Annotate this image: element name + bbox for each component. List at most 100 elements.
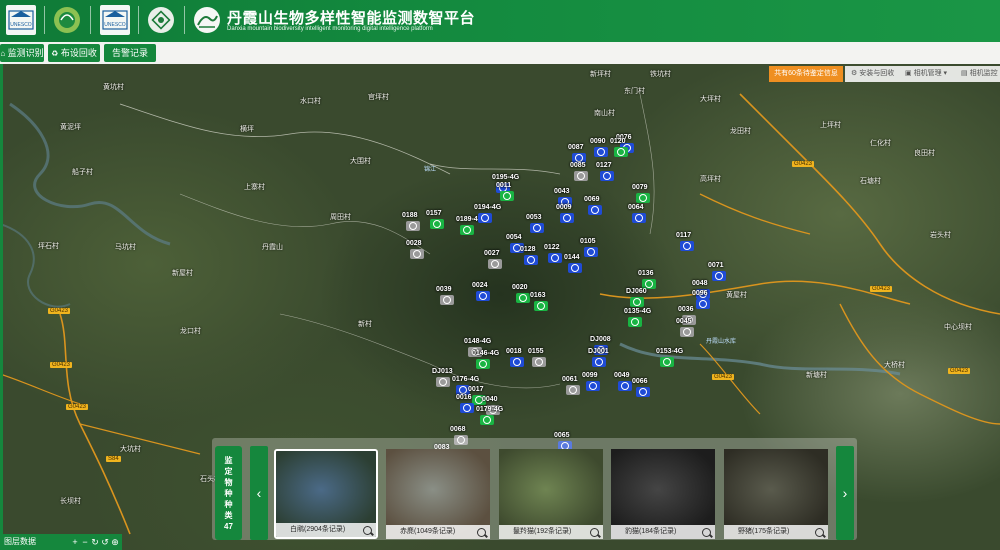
camera-marker[interactable]	[440, 295, 454, 305]
camera-marker[interactable]	[548, 253, 562, 263]
species-card-caption: 野猪(175条记录)	[724, 525, 828, 539]
camera-marker[interactable]	[530, 223, 544, 233]
locate-icon[interactable]: ⊕	[110, 536, 120, 548]
camera-marker[interactable]	[660, 357, 674, 367]
camera-marker[interactable]	[614, 147, 628, 157]
camera-id-label: 0099	[582, 372, 598, 379]
gear-icon: ⚙	[851, 70, 858, 77]
species-count-tag: 监定物种种类 47	[215, 446, 242, 540]
camera-marker[interactable]	[630, 297, 644, 307]
species-card-label: 野猪(175条记录)	[738, 528, 790, 535]
camera-status-icon	[617, 148, 625, 156]
pending-identification-notice[interactable]: 共有60条待鉴定信息	[769, 66, 843, 82]
camera-marker[interactable]	[618, 381, 632, 391]
install-recycle-button[interactable]: ⚙ 安装与回收	[851, 66, 894, 82]
camera-id-label: 0179-4G	[476, 406, 504, 413]
camera-marker[interactable]	[584, 247, 598, 257]
camera-marker[interactable]	[410, 249, 424, 259]
camera-marker[interactable]	[560, 213, 574, 223]
svg-text:UNESCO: UNESCO	[10, 22, 32, 28]
camera-marker[interactable]	[534, 301, 548, 311]
camera-id-label: 0157	[426, 210, 442, 217]
camera-marker[interactable]	[636, 387, 650, 397]
camera-marker[interactable]	[500, 191, 514, 201]
camera-marker[interactable]	[478, 213, 492, 223]
place-label: 大围村	[350, 158, 371, 165]
minus-icon[interactable]: −	[80, 536, 90, 548]
camera-id-label: 0040	[482, 396, 498, 403]
camera-id-label: 0136	[638, 270, 654, 277]
zoom-icon[interactable]	[477, 528, 486, 537]
camera-marker[interactable]	[510, 357, 524, 367]
camera-id-label: DJ001	[588, 348, 609, 355]
camera-management-button[interactable]: ▣ 相机管理 ▾	[905, 66, 947, 82]
camera-marker[interactable]	[430, 219, 444, 229]
camera-marker[interactable]	[588, 205, 602, 215]
camera-marker[interactable]	[480, 415, 494, 425]
species-card[interactable]: 白鹇(2904条记录)	[274, 449, 378, 539]
install-recycle-label: 安装与回收	[859, 70, 895, 77]
camera-marker[interactable]	[460, 403, 474, 413]
camera-marker[interactable]	[524, 255, 538, 265]
camera-status-icon	[591, 206, 599, 214]
camera-id-label: 0079	[632, 184, 648, 191]
camera-marker[interactable]	[488, 259, 502, 269]
camera-marker[interactable]	[680, 327, 694, 337]
camera-marker[interactable]	[628, 317, 642, 327]
camera-marker[interactable]	[532, 357, 546, 367]
camera-marker[interactable]	[476, 359, 490, 369]
species-card[interactable]: 野猪(175条记录)	[724, 449, 828, 539]
camera-status-icon	[433, 220, 441, 228]
camera-id-label: 0090	[590, 138, 606, 145]
camera-status-icon	[639, 194, 647, 202]
camera-marker[interactable]	[476, 291, 490, 301]
camera-marker[interactable]	[600, 171, 614, 181]
camera-marker[interactable]	[636, 193, 650, 203]
camera-marker[interactable]	[566, 385, 580, 395]
camera-status-icon	[571, 264, 579, 272]
species-card-label: 赤麂(1049条记录)	[400, 528, 456, 535]
camera-marker[interactable]	[632, 213, 646, 223]
gallery-prev-button[interactable]: ‹	[250, 446, 268, 540]
camera-marker[interactable]	[436, 377, 450, 387]
camera-marker[interactable]	[568, 263, 582, 273]
camera-id-label: 0027	[484, 250, 500, 257]
zoom-icon[interactable]	[590, 528, 599, 537]
camera-id-label: 0127	[596, 162, 612, 169]
camera-status-icon	[631, 318, 639, 326]
refresh-icon[interactable]: ↻	[90, 536, 100, 548]
camera-monitor-button[interactable]: ▤ 相机监控	[961, 66, 998, 82]
camera-marker[interactable]	[460, 225, 474, 235]
camera-marker[interactable]	[696, 299, 710, 309]
camera-marker[interactable]	[712, 271, 726, 281]
place-label: 新坪村	[590, 71, 611, 78]
camera-id-label: 0176-4G	[452, 376, 480, 383]
camera-marker[interactable]	[594, 147, 608, 157]
camera-marker[interactable]	[574, 171, 588, 181]
place-label: 上坪村	[820, 122, 841, 129]
camera-marker[interactable]	[680, 241, 694, 251]
species-card[interactable]: 鬣羚猫(192条记录)	[499, 449, 603, 539]
camera-marker[interactable]	[592, 357, 606, 367]
place-label: 长坝村	[60, 498, 81, 505]
nav-monitoring-button[interactable]: ⌂ 监测识别	[0, 44, 44, 62]
camera-marker[interactable]	[586, 381, 600, 391]
camera-status-icon	[597, 148, 605, 156]
zoom-icon[interactable]	[363, 526, 372, 535]
species-card[interactable]: 豹猫(184条记录)	[611, 449, 715, 539]
species-card-label: 鬣羚猫(192条记录)	[513, 528, 572, 535]
place-label: 官坪村	[368, 94, 389, 101]
place-label: 水口村	[300, 98, 321, 105]
species-card[interactable]: 赤麂(1049条记录)	[386, 449, 490, 539]
reset-icon[interactable]: ↺	[100, 536, 110, 548]
camera-marker[interactable]	[406, 221, 420, 231]
camera-id-label: 0024	[472, 282, 488, 289]
plus-icon[interactable]: +	[70, 536, 80, 548]
camera-marker[interactable]	[516, 293, 530, 303]
gallery-next-button[interactable]: ›	[836, 446, 854, 540]
zoom-icon[interactable]	[702, 528, 711, 537]
zoom-icon[interactable]	[815, 528, 824, 537]
camera-status-icon	[715, 272, 723, 280]
nav-alerts-button[interactable]: 告警记录	[104, 44, 156, 62]
nav-deployment-button[interactable]: ♻ 布设回收	[48, 44, 100, 62]
